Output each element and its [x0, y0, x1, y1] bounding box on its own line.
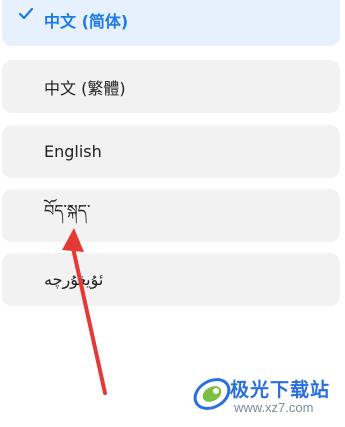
language-option-label: 中文 (繁體): [44, 78, 126, 98]
watermark-url: www.xz7.com: [234, 400, 314, 415]
language-option-english[interactable]: English: [2, 125, 340, 178]
language-option-label: བོད་སྐད་: [44, 201, 91, 220]
logo-icon: [193, 378, 231, 410]
language-option-tibetan[interactable]: བོད་སྐད་: [2, 189, 340, 242]
language-option-zh-hant[interactable]: 中文 (繁體): [2, 60, 340, 113]
watermark-name: 极光下载站: [230, 379, 331, 401]
language-option-label: 中文 (简体): [44, 12, 129, 31]
check-icon: [18, 7, 34, 20]
language-option-uyghur[interactable]: ئۇيغۇرچە: [2, 253, 340, 306]
language-option-label: ئۇيغۇرچە: [44, 270, 104, 289]
language-option-label: English: [44, 142, 102, 161]
language-option-zh-hans[interactable]: 中文 (简体): [2, 0, 340, 46]
watermark: 极光下载站 www.xz7.com: [190, 372, 340, 422]
